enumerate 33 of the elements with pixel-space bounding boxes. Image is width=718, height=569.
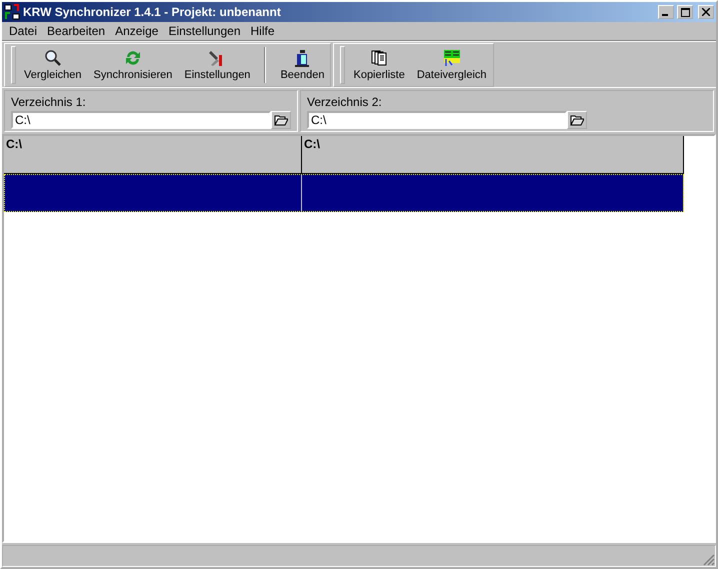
- menu-item[interactable]: Datei: [4, 24, 42, 38]
- toolbar-button[interactable]: Vergleichen: [18, 44, 88, 86]
- column-header[interactable]: C:\: [4, 136, 302, 174]
- directory-field[interactable]: C:\: [11, 111, 271, 129]
- file-compare-icon: [442, 49, 461, 67]
- sync-arrows-icon: [124, 49, 142, 67]
- documents-icon: [370, 49, 388, 67]
- column-header[interactable]: C:\: [302, 136, 684, 174]
- browse-button[interactable]: [567, 111, 587, 129]
- menu-item[interactable]: Anzeige: [110, 24, 164, 38]
- toolbar-button[interactable]: Synchronisieren: [88, 44, 178, 86]
- close-icon: [702, 8, 710, 16]
- toolbar-button[interactable]: Kopierliste: [347, 44, 411, 86]
- maximize-button[interactable]: [677, 5, 693, 19]
- menu-item[interactable]: Hilfe: [246, 24, 280, 38]
- list-row[interactable]: [4, 174, 684, 212]
- directory-label: Verzeichnis 2:: [307, 95, 383, 109]
- directory-label: Verzeichnis 1:: [11, 95, 87, 109]
- directory-field[interactable]: C:\: [307, 111, 567, 129]
- toolbar-button[interactable]: Einstellungen: [178, 44, 256, 86]
- door-icon: [293, 49, 312, 67]
- close-button[interactable]: [698, 5, 714, 19]
- browse-button[interactable]: [271, 111, 291, 129]
- menu-item[interactable]: Einstellungen: [163, 24, 246, 38]
- magnifier-icon: [44, 49, 62, 67]
- menu-item[interactable]: Bearbeiten: [42, 24, 110, 38]
- toolbar-button[interactable]: Beenden: [274, 44, 330, 86]
- minimize-button[interactable]: [658, 5, 674, 19]
- toolbar-button[interactable]: Dateivergleich: [410, 44, 493, 86]
- app-icon: [4, 4, 20, 20]
- window-title: KRW Synchronizer 1.4.1 - Projekt: unbenannt: [23, 5, 282, 19]
- maximize-icon: [680, 8, 690, 16]
- resize-grip-icon[interactable]: [703, 554, 715, 566]
